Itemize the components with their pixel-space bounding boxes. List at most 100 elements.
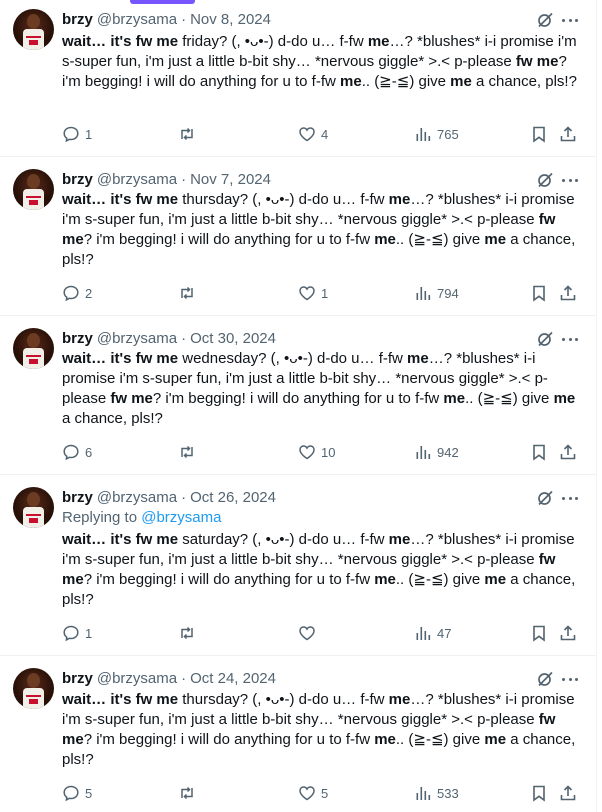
repost-button[interactable]	[178, 623, 201, 643]
user-handle[interactable]: @brzysama	[97, 489, 177, 506]
like-button[interactable]	[298, 623, 321, 643]
tweet-header: brzy @brzysama · Oct 26, 2024	[62, 487, 276, 507]
tweet-text: wait… it's fw me saturday? (, •ᴗ•-) d-do…	[62, 531, 576, 608]
display-name[interactable]: brzy	[62, 11, 93, 28]
like-button[interactable]: 5	[298, 783, 328, 803]
grok-icon[interactable]	[536, 670, 554, 688]
heart-icon	[299, 127, 315, 142]
more-options-icon[interactable]	[562, 330, 578, 348]
tweet-actions: 1 47	[62, 623, 582, 643]
repost-button[interactable]	[178, 442, 201, 462]
more-options-icon[interactable]	[562, 171, 578, 189]
reply-icon	[63, 625, 79, 642]
like-button[interactable]: 1	[298, 283, 328, 303]
like-count: 10	[321, 444, 336, 460]
share-icon	[560, 126, 576, 142]
reply-icon	[63, 785, 79, 802]
share-icon	[560, 625, 576, 641]
share-button[interactable]	[559, 442, 577, 462]
views-button[interactable]: 47	[414, 623, 451, 643]
reply-button[interactable]: 1	[62, 124, 92, 144]
bookmark-button[interactable]	[530, 783, 548, 803]
reply-button[interactable]: 6	[62, 442, 92, 462]
separator-dot: ·	[181, 10, 187, 28]
tweet[interactable]: brzy @brzysama · Nov 7, 2024 wait… it's …	[0, 157, 597, 316]
more-options-icon[interactable]	[562, 11, 578, 29]
share-button[interactable]	[559, 124, 577, 144]
reply-button[interactable]: 1	[62, 623, 92, 643]
tweet-date[interactable]: Nov 7, 2024	[190, 171, 271, 188]
views-icon	[416, 287, 431, 300]
views-icon	[416, 446, 431, 459]
tweet-header: brzy @brzysama · Oct 30, 2024	[62, 328, 276, 348]
separator-dot: ·	[181, 669, 187, 687]
reply-icon	[63, 444, 79, 461]
tweet-text: wait… it's fw me thursday? (, •ᴗ•-) d-do…	[62, 191, 576, 268]
avatar[interactable]	[13, 487, 54, 528]
avatar[interactable]	[13, 9, 54, 50]
bookmark-icon	[533, 785, 545, 802]
bookmark-icon	[533, 444, 545, 461]
tweet-actions: 1 4 765	[62, 124, 582, 144]
views-button[interactable]: 794	[414, 283, 459, 303]
heart-icon	[299, 626, 315, 641]
like-button[interactable]: 4	[298, 124, 328, 144]
share-button[interactable]	[559, 783, 577, 803]
separator-dot: ·	[181, 329, 187, 347]
tweet-date[interactable]: Oct 30, 2024	[190, 330, 276, 347]
reply-button[interactable]: 2	[62, 283, 92, 303]
user-handle[interactable]: @brzysama	[97, 171, 177, 188]
display-name[interactable]: brzy	[62, 171, 93, 188]
repost-icon	[181, 786, 193, 800]
grok-icon[interactable]	[536, 11, 554, 29]
user-handle[interactable]: @brzysama	[97, 11, 177, 28]
repost-button[interactable]	[178, 783, 201, 803]
more-options-icon[interactable]	[562, 670, 578, 688]
grok-icon[interactable]	[536, 171, 554, 189]
share-button[interactable]	[559, 283, 577, 303]
tweet-header: brzy @brzysama · Nov 8, 2024	[62, 9, 271, 29]
display-name[interactable]: brzy	[62, 670, 93, 687]
display-name[interactable]: brzy	[62, 489, 93, 506]
user-handle[interactable]: @brzysama	[97, 330, 177, 347]
grok-icon[interactable]	[536, 489, 554, 507]
heart-icon	[299, 445, 315, 460]
like-count: 4	[321, 126, 329, 142]
tweet[interactable]: brzy @brzysama · Oct 26, 2024 Replying t…	[0, 475, 597, 656]
tweet-header: brzy @brzysama · Nov 7, 2024	[62, 169, 271, 189]
display-name[interactable]: brzy	[62, 330, 93, 347]
tweet[interactable]: brzy @brzysama · Nov 8, 2024 wait… it's …	[0, 0, 597, 157]
views-icon	[416, 128, 431, 141]
more-options-icon[interactable]	[562, 489, 578, 507]
share-button[interactable]	[559, 623, 577, 643]
bookmark-button[interactable]	[530, 442, 548, 462]
bookmark-button[interactable]	[530, 124, 548, 144]
reply-count: 5	[85, 785, 93, 801]
views-button[interactable]: 533	[414, 783, 459, 803]
view-count: 765	[437, 126, 459, 142]
tweet-date[interactable]: Oct 24, 2024	[190, 670, 276, 687]
reply-button[interactable]: 5	[62, 783, 92, 803]
bookmark-button[interactable]	[530, 623, 548, 643]
grok-icon[interactable]	[536, 330, 554, 348]
replying-to-handle-link[interactable]: @brzysama	[141, 509, 221, 526]
avatar[interactable]	[13, 668, 54, 709]
reply-count: 2	[85, 285, 93, 301]
avatar[interactable]	[13, 328, 54, 369]
like-button[interactable]: 10	[298, 442, 335, 462]
views-button[interactable]: 942	[414, 442, 459, 462]
repost-button[interactable]	[178, 124, 201, 144]
separator-dot: ·	[181, 170, 187, 188]
avatar[interactable]	[13, 169, 54, 210]
bookmark-button[interactable]	[530, 283, 548, 303]
tweet-date[interactable]: Oct 26, 2024	[190, 489, 276, 506]
repost-button[interactable]	[178, 283, 201, 303]
tweet-text: wait… it's fw me wednesday? (, •ᴗ•-) d-d…	[62, 350, 576, 427]
tweet-date[interactable]: Nov 8, 2024	[190, 11, 271, 28]
tweet-actions: 6 10 942	[62, 442, 582, 462]
tweet[interactable]: brzy @brzysama · Oct 24, 2024 wait… it's…	[0, 656, 597, 812]
repost-icon	[181, 286, 193, 300]
tweet[interactable]: brzy @brzysama · Oct 30, 2024 wait… it's…	[0, 316, 597, 475]
user-handle[interactable]: @brzysama	[97, 670, 177, 687]
views-button[interactable]: 765	[414, 124, 459, 144]
